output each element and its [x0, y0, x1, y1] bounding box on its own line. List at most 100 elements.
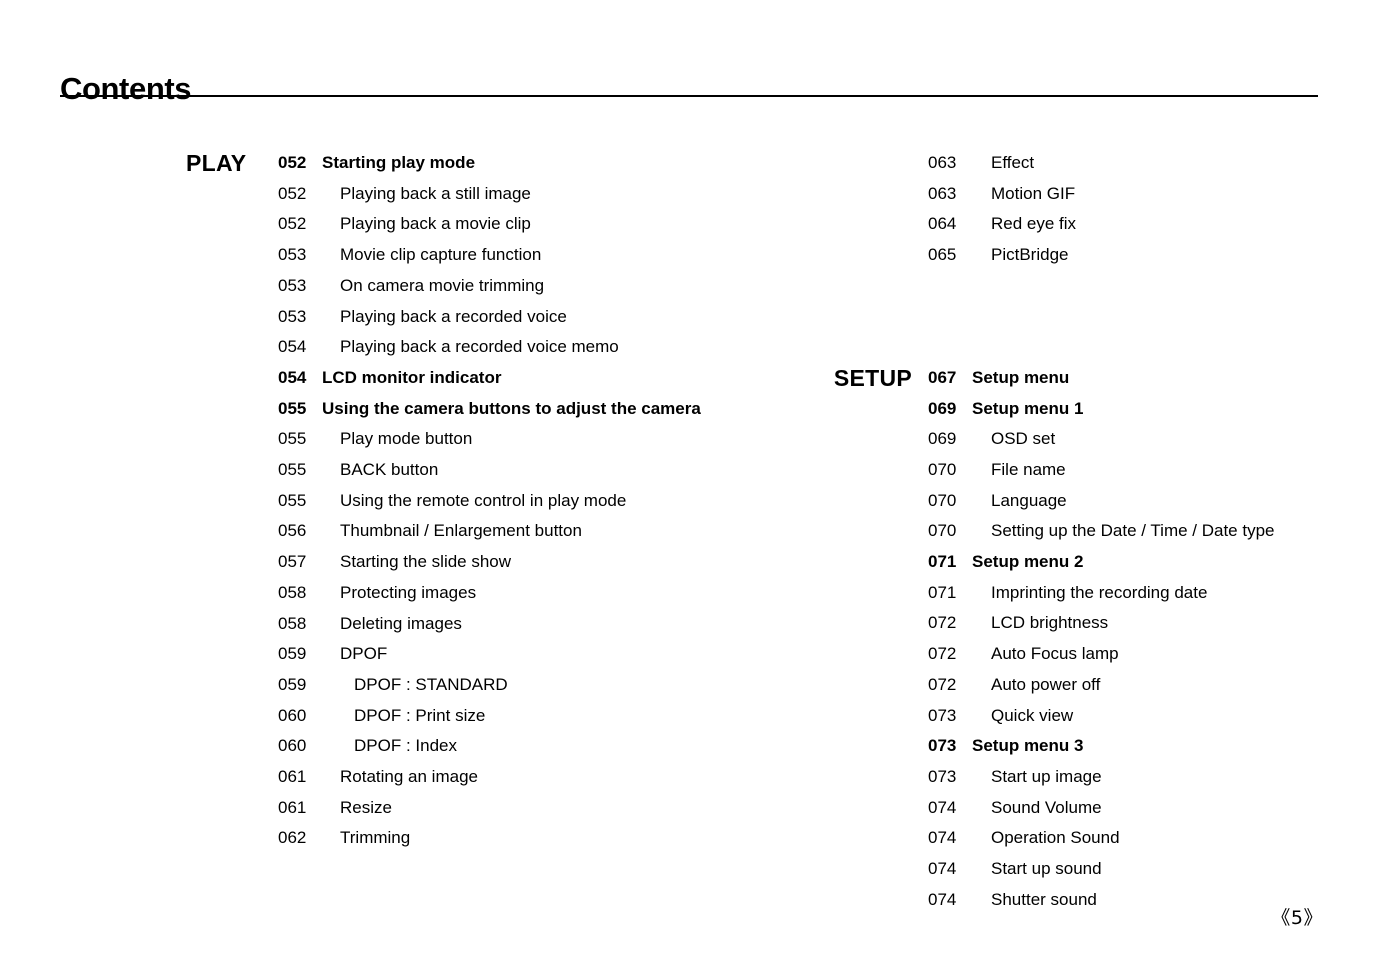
toc-entry-page-number: 069	[928, 429, 957, 449]
toc-entry-page-number: 071	[928, 582, 957, 602]
toc-entry-auto-focus-lamp[interactable]: 072 Auto Focus lamp	[826, 639, 1366, 670]
toc-entry-page-number: 065	[928, 245, 957, 265]
toc-entry-playing-back-a-still-image[interactable]: 052 Playing back a still image	[186, 179, 746, 210]
toc-entry-on-camera-movie-trimming[interactable]: 053 On camera movie trimming	[186, 271, 746, 302]
toc-entry-label: Movie clip capture function	[340, 245, 542, 265]
toc-entry-dpof-print-size[interactable]: 060 DPOF : Print size	[186, 701, 746, 732]
toc-entry-lcd-brightness[interactable]: 072 LCD brightness	[826, 608, 1366, 639]
toc-entry-page-number: 072	[928, 613, 957, 633]
toc-entry-page-number: 074	[928, 859, 957, 879]
toc-entry-dpof-standard[interactable]: 059 DPOF : STANDARD	[186, 670, 746, 701]
toc-entry-label: PictBridge	[991, 245, 1069, 265]
toc-entry-label: Starting the slide show	[340, 552, 512, 572]
toc-entry-label: Sound Volume	[991, 797, 1102, 817]
toc-section-play: PLAY 052 Starting play mode 052 Playing back…	[186, 148, 746, 854]
toc-entry-dpof-index[interactable]: 060 DPOF : Index	[186, 731, 746, 762]
toc-entry-label: Using the remote control in play mode	[340, 490, 627, 510]
toc-entry-setting-up-the-date-time-date-type[interactable]: 070 Setting up the Date / Time / Date typ…	[826, 516, 1366, 547]
toc-entry-playing-back-a-recorded-voice[interactable]: 053 Playing back a recorded voice	[186, 302, 746, 333]
toc-entry-page-number: 058	[278, 613, 307, 633]
page-number: 《5》	[1271, 907, 1323, 929]
toc-entry-motion-gif[interactable]: 063 Motion GIF	[826, 179, 1366, 210]
toc-entry-label: On camera movie trimming	[340, 275, 545, 295]
toc-entry-page-number: 070	[928, 459, 957, 479]
toc-entry-back-button[interactable]: 055 BACK button	[186, 455, 746, 486]
toc-entry-file-name[interactable]: 070 File name	[826, 455, 1366, 486]
toc-entry-label: File name	[991, 459, 1066, 479]
toc-entry-auto-power-off[interactable]: 072 Auto power off	[826, 670, 1366, 701]
toc-entry-operation-sound[interactable]: 074 Operation Sound	[826, 823, 1366, 854]
toc-entry-start-up-sound[interactable]: 074 Start up sound	[826, 854, 1366, 885]
toc-entry-label: Setup menu 3	[972, 736, 1084, 756]
toc-entry-page-number: 074	[928, 889, 957, 909]
toc-entry-label: Playing back a movie clip	[340, 214, 531, 234]
toc-entry-language[interactable]: 070 Language	[826, 486, 1366, 517]
toc-entry-page-number: 054	[278, 367, 307, 387]
toc-entry-label: Playing back a recorded voice memo	[340, 337, 619, 357]
toc-entry-label: Rotating an image	[340, 767, 478, 787]
toc-entry-sound-volume[interactable]: 074 Sound Volume	[826, 793, 1366, 824]
toc-entry-start-up-image[interactable]: 073 Start up image	[826, 762, 1366, 793]
toc-entry-thumbnail-enlargement-button[interactable]: 056 Thumbnail / Enlargement button	[186, 516, 746, 547]
toc-entry-trimming[interactable]: 062 Trimming	[186, 823, 746, 854]
toc-entry-page-number: 052	[278, 183, 307, 203]
toc-entry-movie-clip-capture-function[interactable]: 053 Movie clip capture function	[186, 240, 746, 271]
toc-entry-label: DPOF : Print size	[354, 705, 486, 725]
toc-entry-label: Setting up the Date / Time / Date type	[991, 521, 1275, 541]
toc-entry-label: Play mode button	[340, 429, 473, 449]
toc-entry-using-the-remote-control-in-play-mode[interactable]: 055 Using the remote control in play mode	[186, 486, 746, 517]
toc-entry-quick-view[interactable]: 073 Quick view	[826, 701, 1366, 732]
toc-entry-label: LCD monitor indicator	[322, 367, 502, 387]
toc-entry-setup-menu-1[interactable]: 069 Setup menu 1	[826, 394, 1366, 425]
toc-entry-page-number: 063	[928, 153, 957, 172]
toc-entry-page-number: 060	[278, 736, 307, 756]
toc-entry-page-number: 059	[278, 644, 307, 664]
toc-entry-using-the-camera-buttons-to-adjust-the-camera[interactable]: 055 Using the camera buttons to adjust th…	[186, 394, 746, 425]
toc-entry-label: DPOF	[340, 644, 388, 664]
toc-entry-page-number: 057	[278, 552, 307, 572]
toc-entry-page-number: 073	[928, 736, 957, 756]
title-divider	[60, 95, 1318, 97]
toc-entry-page-number: 061	[278, 767, 307, 787]
toc-entry-protecting-images[interactable]: 058 Protecting images	[186, 578, 746, 609]
toc-entry-label: Playing back a recorded voice	[340, 306, 567, 326]
toc-entry-page-number: 054	[278, 337, 307, 357]
toc-entry-rotating-an-image[interactable]: 061 Rotating an image	[186, 762, 746, 793]
toc-entry-osd-set[interactable]: 069 OSD set	[826, 424, 1366, 455]
toc-entry-lcd-monitor-indicator[interactable]: 054 LCD monitor indicator	[186, 363, 746, 394]
toc-entry-page-number: 073	[928, 705, 957, 725]
toc-entry-label: Setup menu	[972, 367, 1070, 387]
toc-entry-starting-the-slide-show[interactable]: 057 Starting the slide show	[186, 547, 746, 578]
toc-entry-page-number: 053	[278, 306, 307, 326]
toc-entry-deleting-images[interactable]: 058 Deleting images	[186, 609, 746, 640]
toc-entry-page-number: 053	[278, 245, 307, 265]
toc-entry-playing-back-a-movie-clip[interactable]: 052 Playing back a movie clip	[186, 209, 746, 240]
toc-entry-red-eye-fix[interactable]: 064 Red eye fix	[826, 209, 1366, 240]
toc-entry-playing-back-a-recorded-voice-memo[interactable]: 054 Playing back a recorded voice memo	[186, 332, 746, 363]
toc-entry-resize[interactable]: 061 Resize	[186, 793, 746, 824]
toc-entry-imprinting-the-recording-date[interactable]: 071 Imprinting the recording date	[826, 578, 1366, 609]
toc-entry-dpof[interactable]: 059 DPOF	[186, 639, 746, 670]
toc-entry-label: Auto power off	[991, 674, 1101, 694]
section-label-play: PLAY	[186, 150, 247, 176]
page-title: Contents	[60, 70, 192, 106]
toc-entry-list: 063 Effect 063 Motion GIF 064 Red eye fix 065 P…	[826, 148, 1366, 271]
toc-entry-page-number: 055	[278, 429, 307, 449]
toc-entry-page-number: 055	[278, 490, 307, 510]
toc-entry-pictbridge[interactable]: 065 PictBridge	[826, 240, 1366, 271]
section-label-setup: SETUP	[833, 364, 912, 391]
toc-entry-page-number: 055	[278, 398, 307, 418]
toc-entry-list: 052 Starting play mode 052 Playing back a s…	[186, 148, 746, 854]
toc-entry-label: Setup menu 1	[972, 398, 1084, 418]
toc-entry-setup-menu-3[interactable]: 073 Setup menu 3	[826, 731, 1366, 762]
toc-entry-label: Auto Focus lamp	[991, 644, 1119, 664]
toc-entry-label: Using the camera buttons to adjust the c…	[322, 398, 701, 418]
toc-entry-page-number: 070	[928, 521, 957, 541]
toc-entry-label: Starting play mode	[322, 153, 476, 172]
toc-entry-effect[interactable]: 063 Effect	[826, 148, 1366, 179]
toc-entry-setup-menu-2[interactable]: 071 Setup menu 2	[826, 547, 1366, 578]
toc-entry-page-number: 061	[278, 797, 307, 817]
toc-entry-page-number: 072	[928, 644, 957, 664]
toc-entry-play-mode-button[interactable]: 055 Play mode button	[186, 424, 746, 455]
